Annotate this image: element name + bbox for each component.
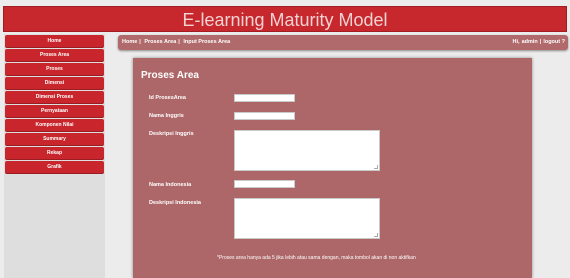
sidebar-item-rekap[interactable]: Rekap — [5, 147, 104, 159]
username: admin — [521, 39, 538, 45]
name-en-label: Nama Inggris — [149, 113, 184, 119]
user-area: Hi, admin | logout ? — [511, 35, 565, 50]
sidebar-item-label: Proses — [46, 66, 63, 72]
form-title: Proses Area — [141, 70, 199, 81]
breadcrumb-proses-area[interactable]: Proses Area — [144, 39, 176, 45]
sidebar: Home Proses Area Proses Dimensi Dimensi … — [4, 34, 105, 278]
name-id-label: Nama Indonesia — [149, 182, 192, 188]
logout-link[interactable]: logout ? — [543, 39, 565, 45]
sidebar-item-proses-area[interactable]: Proses Area — [5, 49, 104, 61]
desc-en-textarea[interactable] — [234, 130, 380, 171]
sidebar-item-label: Proses Area — [40, 52, 69, 58]
breadcrumb-separator: | — [139, 39, 141, 45]
id-label: Id ProsesArea — [149, 95, 186, 101]
sidebar-item-grafik[interactable]: Grafik — [5, 161, 104, 173]
sidebar-item-label: Dimensi Proses — [35, 94, 74, 100]
sidebar-item-home[interactable]: Home — [5, 35, 104, 47]
breadcrumb-trail: Home | Proses Area | Input Proses Area — [122, 35, 232, 50]
breadcrumb-separator: | — [178, 39, 180, 45]
breadcrumb-home[interactable]: Home — [122, 39, 137, 45]
breadcrumb-current: Input Proses Area — [183, 39, 231, 45]
sidebar-item-dimensi-proses[interactable]: Dimensi Proses — [5, 91, 104, 103]
desc-id-label: Deskripsi Indonesia — [149, 200, 201, 206]
name-en-input[interactable] — [234, 112, 295, 120]
sidebar-item-label: Rekap — [46, 150, 62, 156]
sidebar-item-label: Dimensi — [44, 80, 65, 86]
sidebar-item-pernyataan[interactable]: Pernyataan — [5, 105, 104, 117]
desc-en-label: Deskripsi Inggris — [149, 131, 194, 137]
name-id-input[interactable] — [234, 180, 295, 188]
breadcrumb: Home | Proses Area | Input Proses Area Hi,… — [118, 35, 568, 50]
sidebar-item-dimensi[interactable]: Dimensi — [5, 77, 104, 89]
sidebar-item-label: Komponen Nilai — [35, 122, 74, 128]
resize-grip-icon[interactable] — [374, 233, 378, 237]
page: E-learning Maturity Model Home Proses Ar… — [0, 0, 570, 278]
sidebar-item-komponen-nilai[interactable]: Komponen Nilai — [5, 119, 104, 131]
sidebar-item-label: Home — [47, 38, 62, 44]
greeting-text: Hi, — [512, 39, 520, 45]
sidebar-item-proses[interactable]: Proses — [5, 63, 104, 75]
sidebar-item-label: Grafik — [47, 164, 62, 170]
form-note: *Proses area hanya ada 5 jika lebih atau… — [217, 255, 416, 261]
desc-id-textarea[interactable] — [234, 198, 380, 239]
resize-grip-icon[interactable] — [374, 165, 378, 169]
app-title: E-learning Maturity Model — [182, 10, 388, 30]
id-input[interactable] — [234, 94, 295, 102]
user-separator: | — [539, 39, 542, 45]
form-panel: Proses Area Id ProsesArea Nama Inggris D… — [133, 58, 532, 278]
sidebar-item-label: Pernyataan — [41, 108, 68, 114]
sidebar-item-label: Summary — [43, 136, 66, 142]
app-header: E-learning Maturity Model — [3, 6, 567, 32]
sidebar-item-summary[interactable]: Summary — [5, 133, 104, 145]
